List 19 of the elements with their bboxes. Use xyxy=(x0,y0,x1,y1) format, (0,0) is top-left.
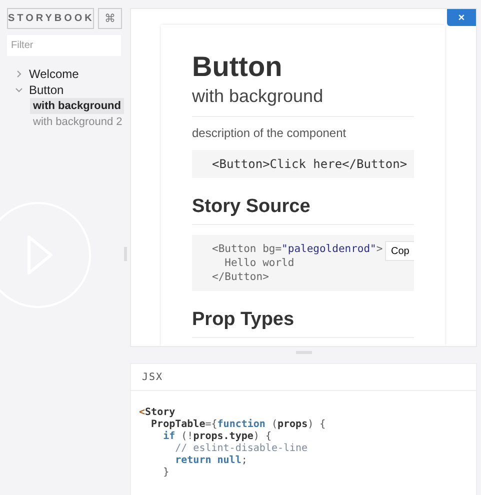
tree-item[interactable]: Button xyxy=(29,83,64,97)
component-description: description of the component xyxy=(192,126,348,140)
shortcuts-button[interactable]: ⌘ xyxy=(98,8,122,29)
example-code: <Button>Click here</Button> xyxy=(192,150,414,178)
story-item[interactable]: with background xyxy=(30,98,124,114)
copy-button[interactable]: Cop xyxy=(385,241,414,261)
section-heading: Prop Types xyxy=(192,309,414,338)
tree-item[interactable]: Welcome xyxy=(29,67,79,81)
story-subtitle: with background xyxy=(192,86,414,117)
storybook-button[interactable]: STORYBOOK xyxy=(7,8,94,29)
panel-tab[interactable]: JSX xyxy=(139,364,166,390)
filter-field[interactable]: Filter xyxy=(7,35,121,56)
caret-icon[interactable] xyxy=(14,69,24,79)
section-heading: Story Source xyxy=(192,196,414,225)
jsx-code: <Story PropTable={function (props) { if (!props.type) { // eslint-disable-line return null; } xyxy=(139,407,327,479)
component-title: Button xyxy=(192,51,284,83)
close-button[interactable]: × xyxy=(447,9,476,26)
caret-icon[interactable] xyxy=(14,85,24,95)
source-code: <Button bg="palegoldenrod"> Hello world </Button> xyxy=(212,242,384,284)
